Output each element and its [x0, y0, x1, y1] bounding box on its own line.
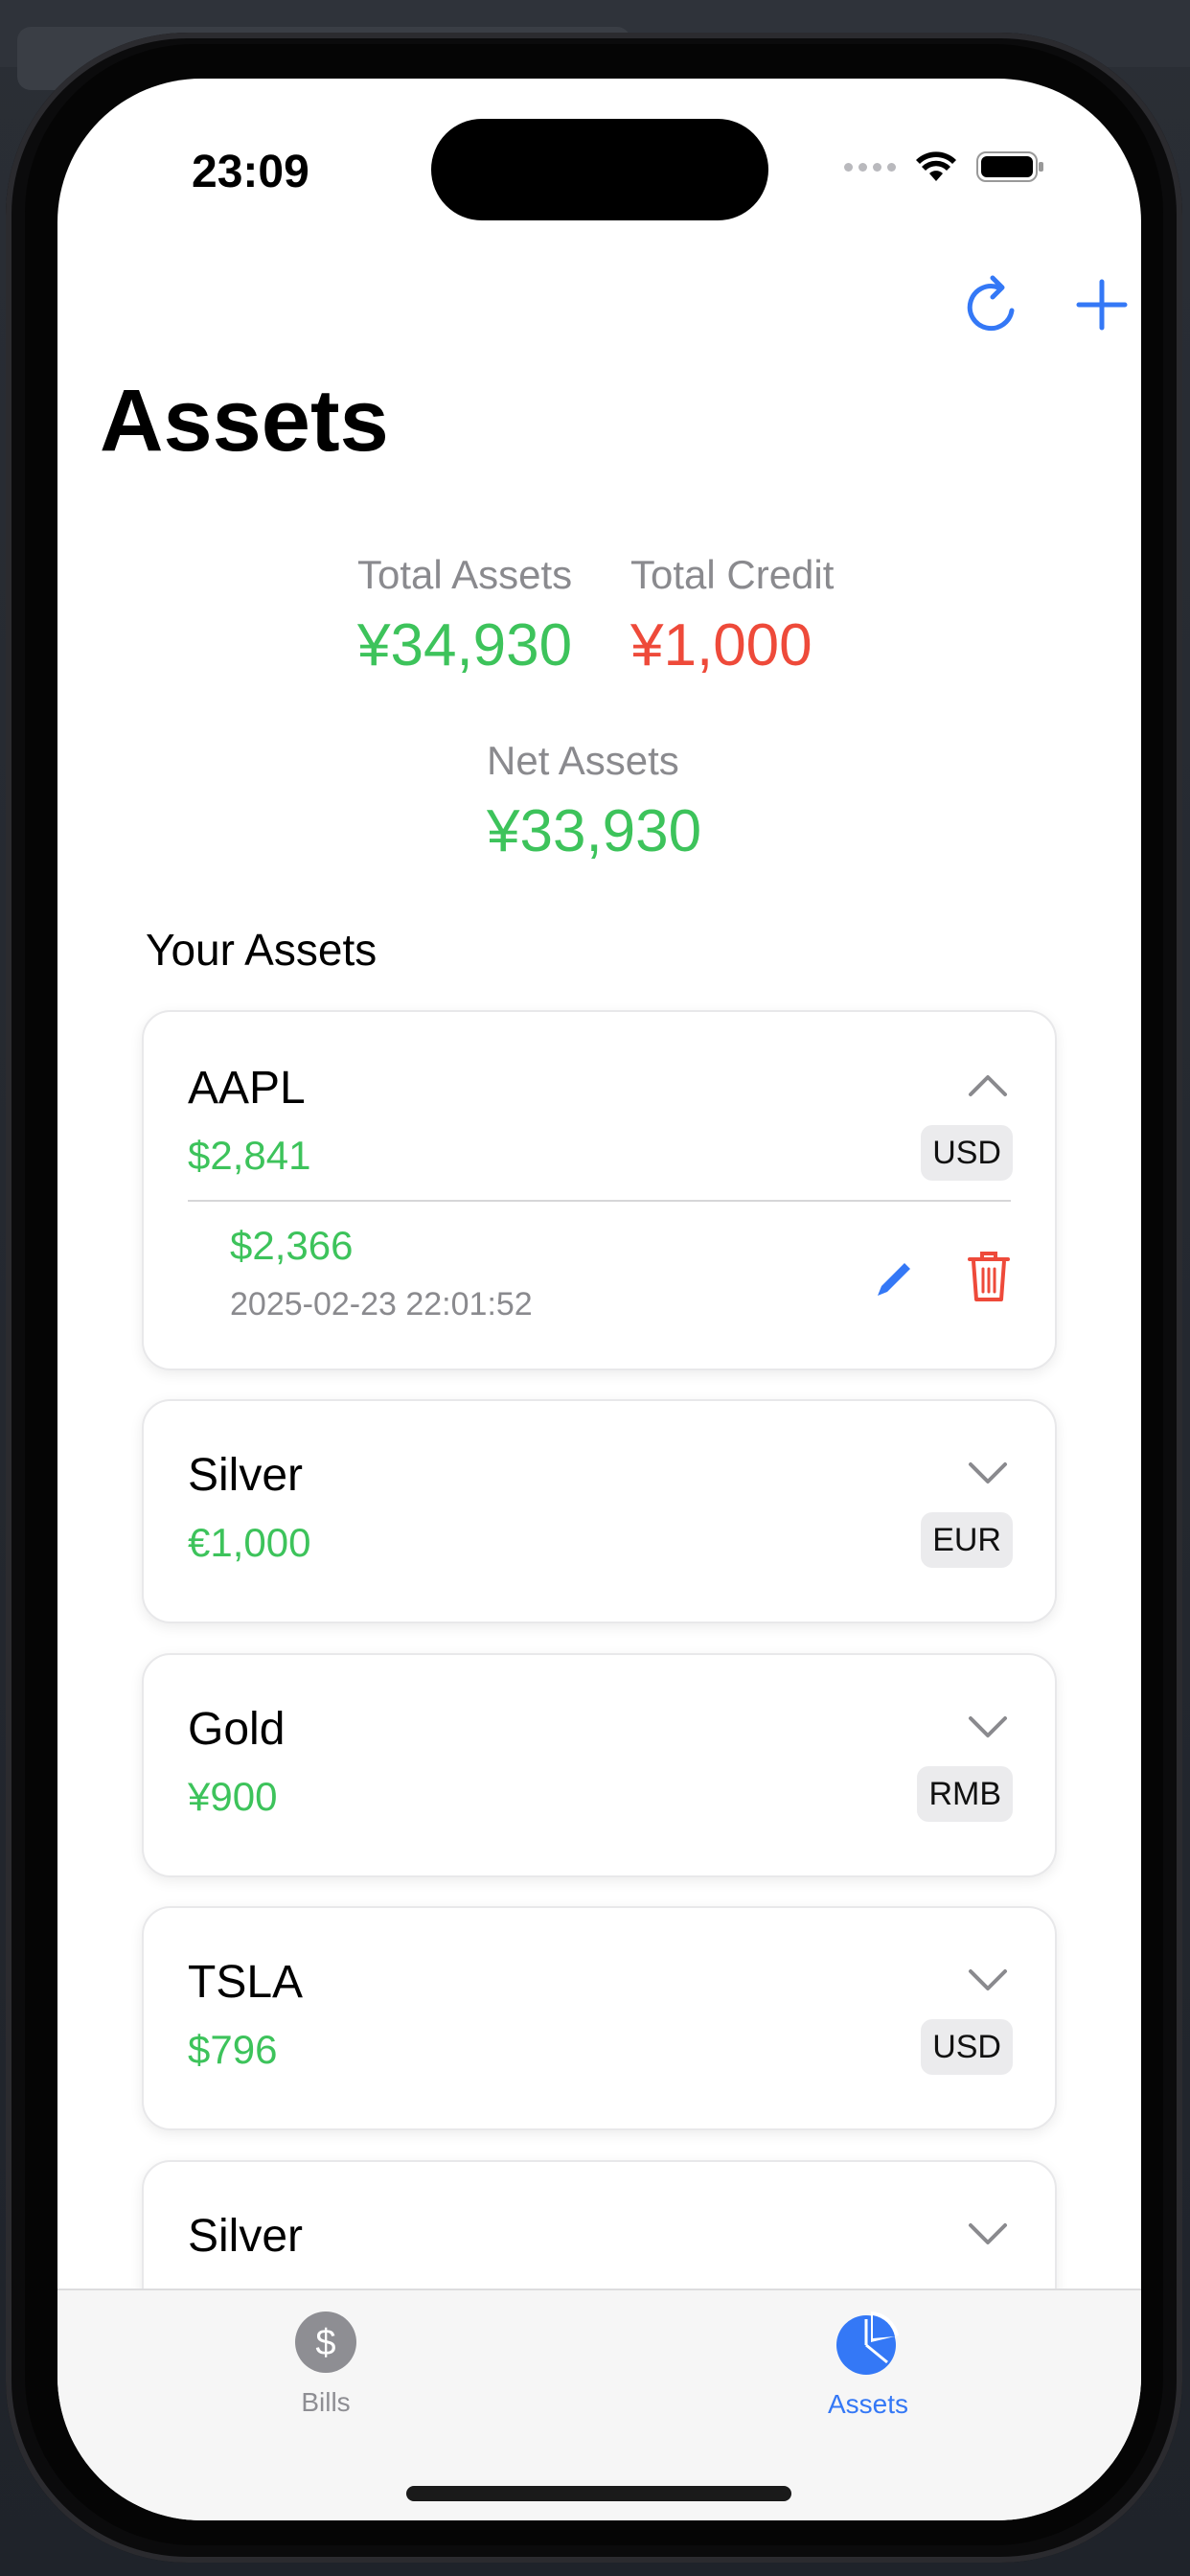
currency-badge: RMB	[917, 1766, 1013, 1822]
asset-card[interactable]: TSLA $796 USD	[142, 1906, 1057, 2130]
asset-card[interactable]: Silver €1,000 EUR	[142, 1399, 1057, 1623]
asset-amount: ¥900	[188, 1774, 278, 1819]
net-assets-value: ¥33,930	[487, 798, 702, 864]
page-title: Assets	[100, 372, 389, 470]
dollar-circle-icon: $	[295, 2312, 356, 2373]
edit-pencil-icon[interactable]	[872, 1257, 916, 1301]
entry-date: 2025-02-23 22:01:52	[230, 1286, 533, 1322]
asset-name: TSLA	[188, 1957, 304, 2008]
asset-amount: $2,841	[188, 1133, 311, 1178]
chevron-down-icon[interactable]	[965, 2210, 1011, 2256]
asset-card[interactable]: AAPL $2,841 USD $2,366 2025-02-23 22:01:…	[142, 1010, 1057, 1370]
net-assets-label: Net Assets	[487, 738, 679, 783]
screen: 23:09 Assets Total Assets ¥34,930 Total …	[57, 79, 1141, 2520]
battery-icon	[976, 151, 1043, 182]
add-button[interactable]	[1064, 266, 1140, 343]
entry-amount: $2,366	[230, 1223, 354, 1268]
chevron-down-icon[interactable]	[965, 1449, 1011, 1495]
chevron-down-icon[interactable]	[965, 1956, 1011, 2002]
tab-bills[interactable]: $ Bills	[230, 2310, 422, 2418]
tab-label: Bills	[301, 2387, 351, 2417]
svg-text:$: $	[315, 2323, 335, 2363]
chevron-up-icon[interactable]	[965, 1064, 1011, 1110]
divider	[188, 1200, 1011, 1202]
status-indicators	[844, 150, 1045, 183]
trash-icon[interactable]	[964, 1248, 1014, 1303]
pie-chart-icon	[836, 2312, 899, 2375]
asset-name: Silver	[188, 2211, 304, 2262]
dynamic-island	[431, 119, 768, 220]
refresh-icon	[967, 275, 1015, 332]
total-assets-value: ¥34,930	[357, 612, 573, 678]
currency-badge: USD	[921, 2019, 1013, 2075]
asset-amount: €1,000	[188, 1520, 311, 1565]
tab-assets[interactable]: Assets	[772, 2310, 964, 2420]
plus-icon	[1076, 279, 1128, 331]
total-credit-value: ¥1,000	[630, 612, 812, 678]
chevron-down-icon[interactable]	[965, 1703, 1011, 1749]
refresh-button[interactable]	[956, 266, 1033, 343]
status-time: 23:09	[192, 147, 309, 197]
asset-name: Silver	[188, 1450, 304, 1501]
cellular-signal-icon	[844, 162, 896, 172]
wifi-icon	[916, 151, 956, 181]
total-assets-label: Total Assets	[357, 552, 573, 597]
asset-name: Gold	[188, 1704, 286, 1755]
asset-amount: $796	[188, 2027, 278, 2072]
asset-card[interactable]: Gold ¥900 RMB	[142, 1653, 1057, 1877]
currency-badge: USD	[921, 1125, 1013, 1181]
asset-name: AAPL	[188, 1063, 306, 1114]
home-indicator	[406, 2486, 791, 2501]
section-title: Your Assets	[146, 925, 378, 975]
total-credit-label: Total Credit	[630, 552, 835, 597]
tab-label: Assets	[827, 2389, 909, 2419]
currency-badge: EUR	[921, 1512, 1013, 1568]
